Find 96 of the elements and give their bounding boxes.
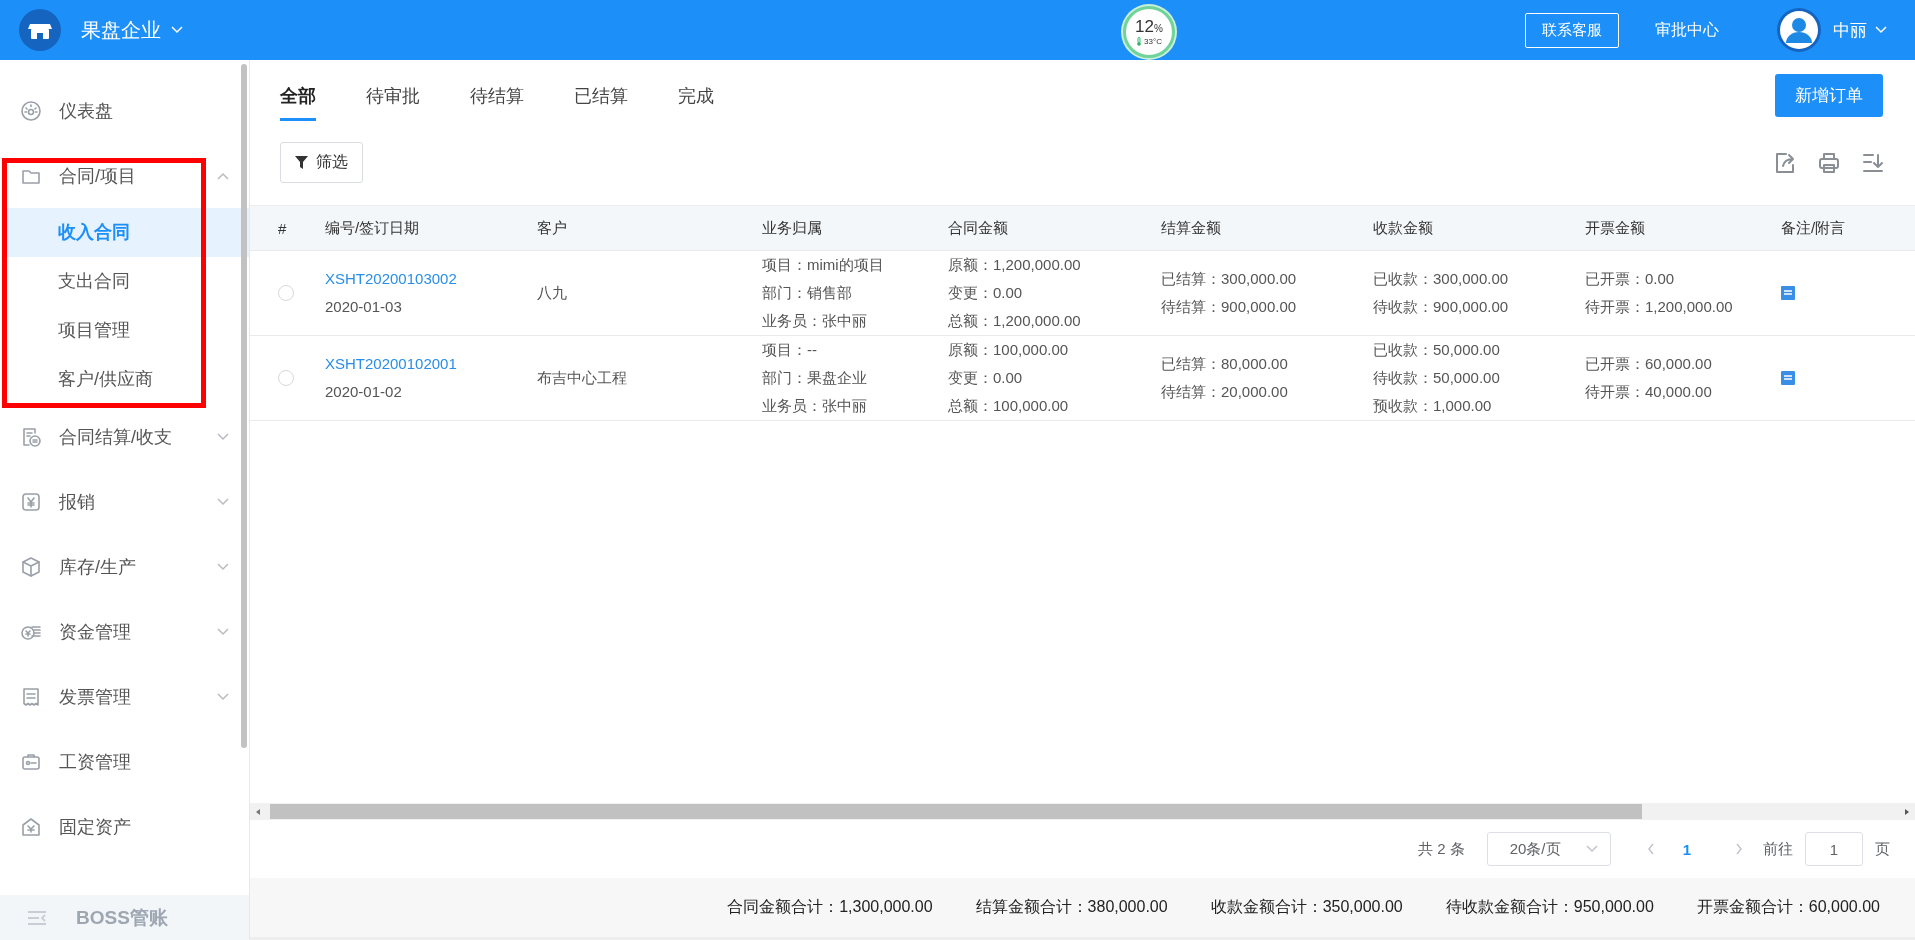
column-header: 合同金额 <box>947 218 1009 238</box>
collapse-menu-icon <box>26 908 48 927</box>
scroll-left-icon[interactable] <box>254 807 262 816</box>
cell-text: 业务员：张中丽 <box>762 311 867 331</box>
scrollbar-thumb[interactable] <box>270 804 1642 819</box>
sidebar-item[interactable]: 合同/项目 <box>0 143 249 208</box>
cell-text: 待结算：20,000.00 <box>1161 382 1288 402</box>
cube-icon <box>20 555 42 578</box>
horizontal-scrollbar[interactable] <box>250 803 1915 820</box>
sidebar-item[interactable]: 资金管理 <box>0 599 249 664</box>
total-text: 合同金额合计：1,300,000.00 <box>727 897 933 917</box>
store-logo-icon[interactable] <box>19 9 61 51</box>
tab[interactable]: 待审批 <box>366 75 420 121</box>
previous-page-icon[interactable] <box>1646 843 1655 855</box>
cell-text: 业务员：张中丽 <box>762 396 867 416</box>
cell-text: 部门：销售部 <box>762 283 852 303</box>
yen-icon <box>20 490 42 513</box>
sidebar-item[interactable]: 工资管理 <box>0 729 249 794</box>
page-size-select[interactable]: 20条/页 <box>1486 832 1611 866</box>
cell-text: 总额：1,200,000.00 <box>948 311 1081 331</box>
tab[interactable]: 已结算 <box>574 75 628 121</box>
total-text: 结算金额合计：380,000.00 <box>975 897 1168 917</box>
temperature-text: 33°C <box>1144 37 1162 46</box>
total-text: 开票金额合计：60,000.00 <box>1696 897 1880 917</box>
cell-text: 已结算：80,000.00 <box>1161 354 1288 374</box>
sidebar-item[interactable]: 库存/生产 <box>0 534 249 599</box>
sidebar-item[interactable]: 固定资产 <box>0 794 249 859</box>
filter-icon <box>295 156 308 169</box>
cell-text: 预收款：1,000.00 <box>1373 396 1492 416</box>
cell-text: 已开票：0.00 <box>1585 269 1675 289</box>
cell-text: 变更：0.00 <box>948 368 1023 388</box>
total-text: 收款金额合计：350,000.00 <box>1210 897 1403 917</box>
gauge-value: 12 <box>1135 18 1154 35</box>
dashboard-icon <box>20 99 42 122</box>
contract-number-link[interactable]: XSHT20200103002 <box>325 265 457 293</box>
cell-text: 待收款：900,000.00 <box>1373 297 1509 317</box>
filter-button[interactable]: 筛选 <box>280 142 363 183</box>
cell-text: 原额：100,000.00 <box>948 340 1069 360</box>
cell-text: 布吉中心工程 <box>537 368 627 388</box>
cell-text: 已收款：300,000.00 <box>1373 269 1509 289</box>
column-header: # <box>277 219 288 237</box>
sidebar-item[interactable]: 仪表盘 <box>0 78 249 143</box>
page-suffix: 页 <box>1875 839 1890 859</box>
cell-text: 待开票：40,000.00 <box>1585 382 1712 402</box>
cell-text: 已开票：60,000.00 <box>1585 354 1712 374</box>
tab[interactable]: 待结算 <box>470 75 524 121</box>
cell-text: 项目：-- <box>762 340 817 360</box>
cell-text: 2020-01-03 <box>325 297 402 317</box>
house-yen-icon <box>20 815 42 838</box>
column-header: 结算金额 <box>1160 218 1222 238</box>
avatar-icon[interactable] <box>1777 8 1821 52</box>
next-page-icon[interactable] <box>1735 843 1743 855</box>
cell-text: 待结算：900,000.00 <box>1161 297 1297 317</box>
column-header: 客户 <box>536 218 568 238</box>
sidebar-item[interactable]: 发票管理 <box>0 664 249 729</box>
sidebar-subitem[interactable]: 项目管理 <box>7 306 205 355</box>
contract-number-link[interactable]: XSHT20200102001 <box>325 350 457 378</box>
chevron-down-icon <box>171 26 183 34</box>
cell-text: 变更：0.00 <box>948 283 1023 303</box>
sidebar-item[interactable]: 合同结算/收支 <box>0 404 249 469</box>
note-icon[interactable] <box>1781 286 1795 300</box>
goto-label: 前往 <box>1763 839 1793 859</box>
cell-text: 已收款：50,000.00 <box>1373 340 1500 360</box>
cell-text: 原额：1,200,000.00 <box>948 255 1081 275</box>
total-text: 待收款金额合计：950,000.00 <box>1445 897 1654 917</box>
scrollbar[interactable] <box>241 64 247 748</box>
total-count: 共 2 条 <box>1417 839 1465 859</box>
cell-text: 待开票：1,200,000.00 <box>1585 297 1733 317</box>
note-icon[interactable] <box>1781 371 1795 385</box>
sidebar-item[interactable]: 报销 <box>0 469 249 534</box>
chevron-down-icon <box>1585 845 1598 853</box>
gauge-unit: % <box>1154 24 1163 34</box>
document-exchange-icon <box>20 425 42 448</box>
column-header: 业务归属 <box>761 218 823 238</box>
cell-text: 已结算：300,000.00 <box>1161 269 1297 289</box>
cell-text: 部门：果盘企业 <box>762 368 867 388</box>
sidebar-subitem[interactable]: 客户/供应商 <box>7 355 205 404</box>
column-header: 开票金额 <box>1584 218 1646 238</box>
tab[interactable]: 全部 <box>280 75 316 121</box>
cell-text: 总额：100,000.00 <box>948 396 1069 416</box>
page-input[interactable]: 1 <box>1805 832 1863 866</box>
tab[interactable]: 完成 <box>678 75 714 121</box>
cell-text: 2020-01-02 <box>325 382 402 402</box>
print-icon[interactable] <box>1817 150 1841 175</box>
receipt-icon <box>20 685 42 708</box>
thermometer-icon <box>1136 37 1143 46</box>
column-header: 编号/签订日期 <box>324 218 421 238</box>
cell-text: 八九 <box>537 283 567 303</box>
column-header: 收款金额 <box>1372 218 1434 238</box>
cell-text: 待收款：50,000.00 <box>1373 368 1500 388</box>
scroll-right-icon[interactable] <box>1903 807 1911 816</box>
sidebar-subitem[interactable]: 支出合同 <box>7 257 205 306</box>
export-icon[interactable] <box>1773 150 1797 175</box>
cell-text: 项目：mimi的项目 <box>762 255 884 275</box>
chevron-down-icon <box>1875 26 1887 34</box>
column-header: 备注/附言 <box>1780 218 1847 238</box>
